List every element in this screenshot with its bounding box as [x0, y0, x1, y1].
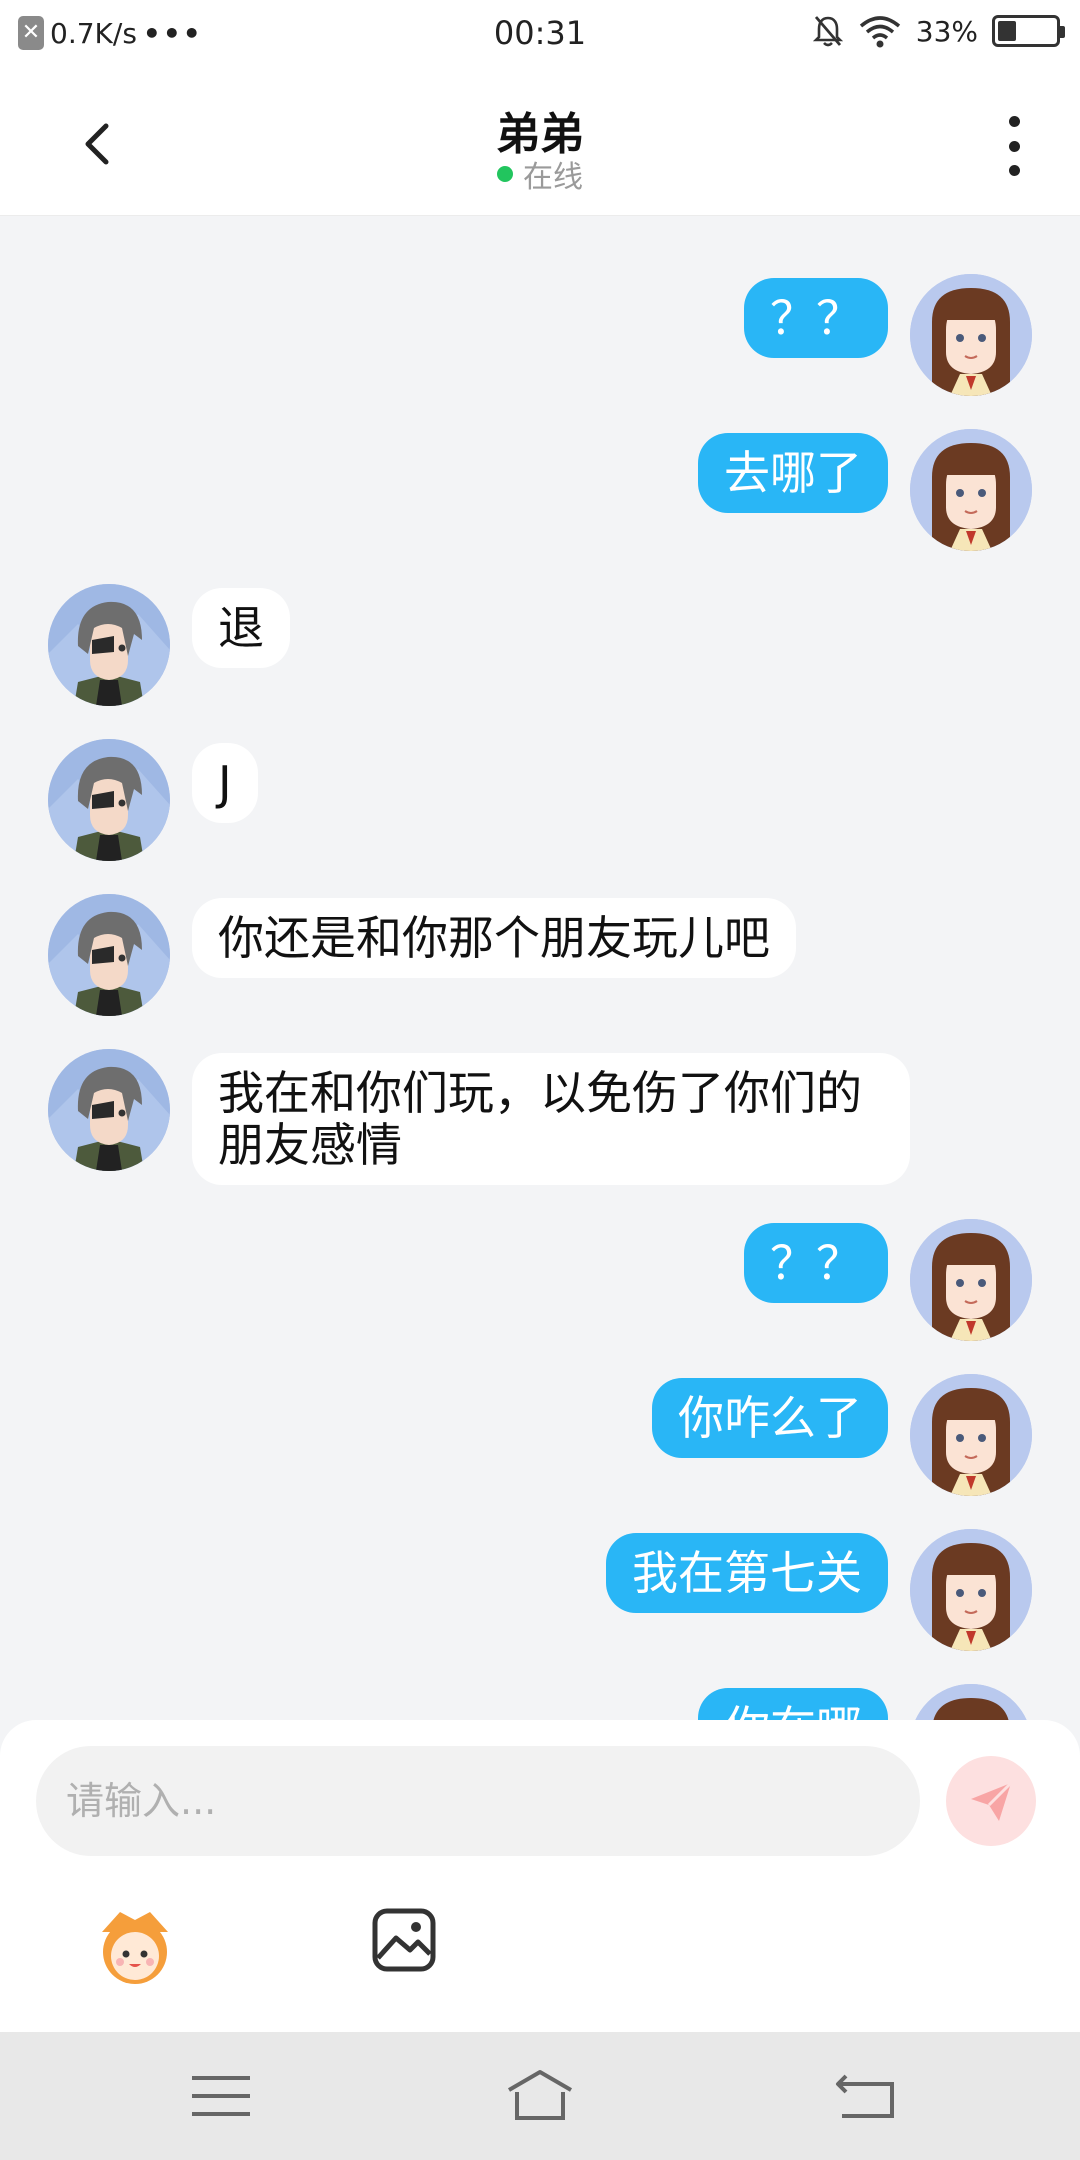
message-bubble[interactable]: 去哪了	[698, 433, 888, 513]
message-bubble[interactable]: 你还是和你那个朋友玩儿吧	[192, 898, 796, 978]
my-avatar[interactable]	[910, 429, 1032, 551]
message-bubble[interactable]: 我在第七关	[606, 1533, 888, 1613]
message-bubble[interactable]: J	[192, 743, 258, 823]
message-bubble[interactable]: 我在和你们玩，以免伤了你们的朋友感情	[192, 1053, 910, 1185]
message-list[interactable]: ？？ 去哪了 退 J 你还是和你那个朋友玩儿吧 我在和你们玩，以免伤了你们的朋友…	[0, 216, 1080, 1720]
bell-off-icon	[812, 16, 843, 47]
my-avatar[interactable]	[910, 1684, 1032, 1720]
battery-icon	[992, 15, 1065, 47]
emoji-mascot-icon[interactable]	[92, 1902, 178, 1988]
contact-avatar[interactable]	[48, 739, 170, 861]
my-avatar[interactable]	[910, 1529, 1032, 1651]
contact-avatar[interactable]	[48, 584, 170, 706]
composer-panel: 请输入...	[0, 1720, 1080, 2032]
my-avatar[interactable]	[910, 274, 1032, 396]
online-status: 在线	[0, 152, 1080, 196]
menu-icon[interactable]	[186, 2068, 256, 2124]
message-bubble[interactable]: ？？	[744, 1223, 888, 1303]
battery-percent: 33%	[915, 14, 978, 48]
online-dot-icon	[497, 166, 513, 182]
message-input[interactable]: 请输入...	[36, 1746, 920, 1856]
message-bubble[interactable]: ？？	[744, 278, 888, 358]
home-icon[interactable]	[505, 2068, 575, 2124]
more-vertical-icon[interactable]	[996, 116, 1032, 176]
my-avatar[interactable]	[910, 1374, 1032, 1496]
system-nav-bar	[0, 2032, 1080, 2160]
send-icon[interactable]	[946, 1756, 1036, 1846]
my-avatar[interactable]	[910, 1219, 1032, 1341]
wifi-icon	[859, 16, 900, 48]
online-status-text: 在线	[523, 160, 583, 195]
status-bar: ✕ 0.7K/s ••• 00:31 33%	[0, 0, 1080, 72]
contact-avatar[interactable]	[48, 1049, 170, 1171]
message-bubble[interactable]: 你咋么了	[652, 1378, 888, 1458]
message-bubble[interactable]: 你在哪	[698, 1688, 888, 1720]
back-icon[interactable]	[832, 2068, 902, 2124]
contact-avatar[interactable]	[48, 894, 170, 1016]
image-icon[interactable]	[370, 1906, 438, 1974]
message-bubble[interactable]: 退	[192, 588, 290, 668]
status-right: 33%	[812, 14, 1065, 48]
chat-header: 弟弟 在线	[0, 72, 1080, 216]
